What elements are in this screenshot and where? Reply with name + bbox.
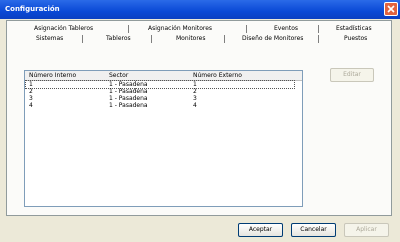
list-row[interactable]: 1 1 - Pasadena 1	[25, 80, 295, 89]
apply-button[interactable]: Aplicar	[344, 223, 389, 237]
column-header-numero-externo[interactable]: Número Externo	[193, 72, 242, 79]
configuration-dialog: Configuración Asignación Tableros Asigna…	[0, 0, 400, 242]
tab-puestos[interactable]: Puestos	[344, 34, 367, 44]
tab-separator	[224, 35, 225, 43]
tab-eventos[interactable]: Eventos	[274, 24, 298, 34]
tab-diseno-monitores[interactable]: Diseño de Monitores	[242, 34, 303, 44]
cell-numero-interno: 4	[29, 102, 33, 109]
tab-asignacion-tableros[interactable]: Asignación Tableros	[34, 24, 93, 34]
list-header: Número Interno Sector Número Externo	[25, 71, 302, 81]
cell-numero-interno: 3	[29, 95, 33, 102]
column-header-numero-interno[interactable]: Número Interno	[29, 72, 76, 79]
tab-separator	[318, 25, 319, 33]
tab-separator	[151, 35, 152, 43]
tab-separator	[82, 35, 83, 43]
accept-button[interactable]: Aceptar	[238, 223, 283, 237]
cell-numero-externo: 4	[193, 102, 197, 109]
cell-sector: 1 - Pasadena	[109, 102, 148, 109]
tab-separator	[246, 25, 247, 33]
list-row[interactable]: 4 1 - Pasadena 4	[26, 102, 294, 109]
cell-sector: 1 - Pasadena	[109, 81, 148, 88]
cell-numero-interno: 1	[29, 81, 33, 88]
close-button[interactable]	[384, 2, 398, 16]
cell-numero-interno: 2	[29, 88, 33, 95]
cell-numero-externo: 3	[193, 95, 197, 102]
tab-separator	[128, 25, 129, 33]
tab-asignacion-monitores[interactable]: Asignación Monitores	[148, 24, 212, 34]
tab-monitores[interactable]: Monitores	[176, 34, 206, 44]
puestos-list[interactable]: Número Interno Sector Número Externo 1 1…	[24, 70, 303, 207]
cell-numero-externo: 2	[193, 88, 197, 95]
cell-numero-externo: 1	[193, 81, 197, 88]
list-row[interactable]: 2 1 - Pasadena 2	[26, 88, 294, 95]
tab-tableros[interactable]: Tableros	[106, 34, 131, 44]
tab-sistemas[interactable]: Sistemas	[36, 34, 63, 44]
cell-sector: 1 - Pasadena	[109, 95, 148, 102]
close-icon	[387, 5, 395, 13]
window-title: Configuración	[5, 5, 60, 13]
cancel-button[interactable]: Cancelar	[291, 223, 336, 237]
edit-button[interactable]: Editar	[330, 68, 374, 82]
tab-separator	[318, 35, 319, 43]
cell-sector: 1 - Pasadena	[109, 88, 148, 95]
title-bar[interactable]: Configuración	[0, 0, 400, 19]
column-header-sector[interactable]: Sector	[109, 72, 128, 79]
list-row[interactable]: 3 1 - Pasadena 3	[26, 95, 294, 102]
tab-estadisticas[interactable]: Estadísticas	[336, 24, 372, 34]
